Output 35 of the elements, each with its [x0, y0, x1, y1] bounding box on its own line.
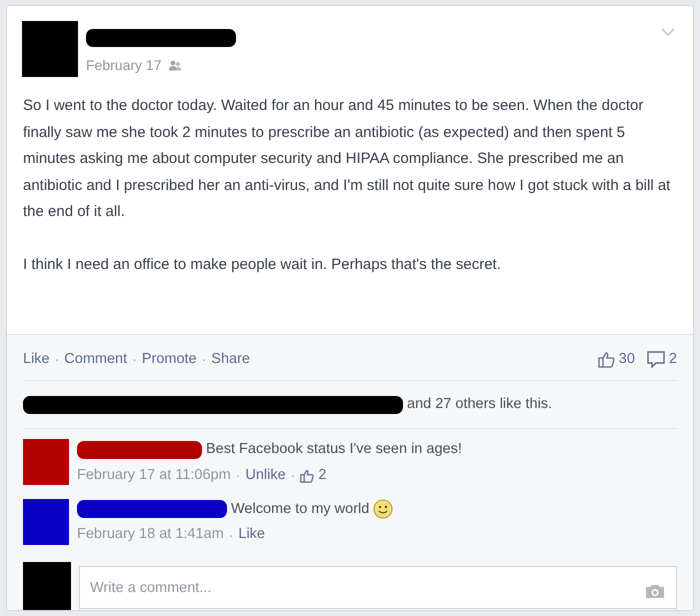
avatar[interactable]	[23, 498, 69, 544]
action-link[interactable]: Share	[211, 348, 250, 370]
chevron-icon[interactable]	[661, 28, 675, 37]
action-link[interactable]: Like	[23, 348, 50, 370]
smiley-icon	[373, 499, 394, 520]
camera-icon[interactable]	[645, 584, 665, 599]
avatar[interactable]	[23, 439, 69, 485]
comment-time[interactable]: February 17 at 11:06pm	[77, 464, 231, 486]
thumbs-up-icon	[300, 468, 314, 483]
comment-time[interactable]: February 18 at 1:41am	[77, 524, 224, 546]
post-date[interactable]: February 17	[86, 55, 162, 76]
comment-like-link[interactable]: Like	[238, 524, 265, 546]
separator-dot: ·	[290, 466, 296, 486]
separator-dot: ·	[200, 350, 208, 369]
action-link[interactable]: Promote	[142, 348, 197, 370]
post-text: So I went to the doctor today. Waited for an hour and 45 minutes to be seen. When the doctor finally saw me she took 2 minutes to prescribe an antibiotic (as expected) and then spent 5 minutes asking me about computer security and HIPAA compliance. She prescribed me an antibiotic and I prescribed her an anti-virus, and I'm still not quite sure how I got stuck with a bill at the end of it all.	[23, 96, 672, 222]
comment-field[interactable]: Write a comment...	[79, 566, 677, 609]
avatar[interactable]	[23, 562, 71, 610]
separator-dot: ·	[228, 526, 234, 545]
separator-dot: ·	[234, 466, 242, 486]
comment-like-link[interactable]: Unlike	[245, 464, 286, 486]
thumbs-up-icon[interactable]	[598, 351, 615, 368]
comment-count[interactable]: 2	[668, 348, 677, 370]
comment-icon[interactable]	[646, 351, 665, 368]
like-count[interactable]: 30	[618, 348, 635, 370]
post-text: I think I need an office to make people wait in. Perhaps that's the secret.	[23, 254, 502, 274]
likes-summary: and 27 others like this.	[407, 394, 552, 414]
separator-dot: ·	[54, 350, 60, 369]
comment-text: Best Facebook status I've seen in ages!	[206, 440, 462, 459]
avatar[interactable]	[22, 21, 78, 77]
separator-dot: ·	[131, 350, 138, 369]
comment-text: Welcome to my world	[231, 500, 370, 518]
friends-icon[interactable]	[169, 60, 182, 71]
action-link[interactable]: Comment	[64, 348, 128, 370]
comment-like-count[interactable]: 2	[318, 464, 326, 486]
